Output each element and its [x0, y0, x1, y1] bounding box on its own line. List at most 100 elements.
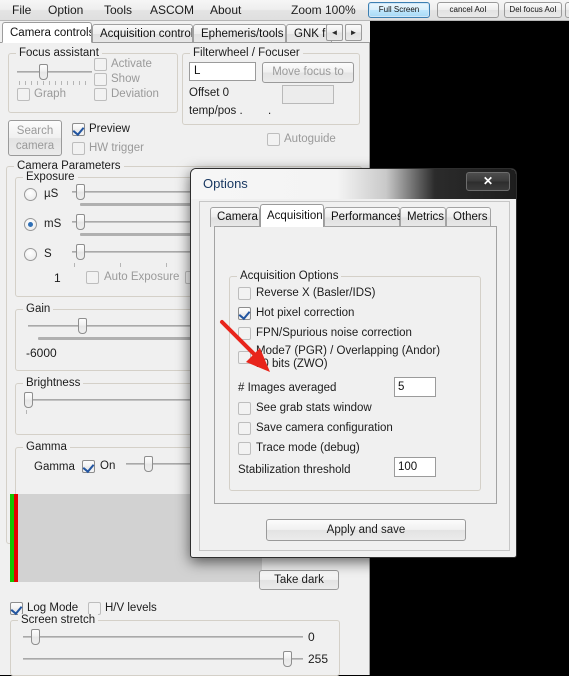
exposure-unit-us-radio[interactable]: [24, 188, 37, 201]
slider-track: [17, 71, 92, 73]
slider-thumb[interactable]: [283, 651, 292, 667]
tab-acquisition-control[interactable]: Acquisition control: [92, 24, 193, 43]
screen-stretch-group: Screen stretch 0 255: [10, 614, 340, 676]
options-tab-performances[interactable]: Performances: [324, 207, 403, 227]
options-dialog-title: Options: [203, 176, 248, 191]
preview-label[interactable]: Preview: [89, 123, 130, 135]
red-arrow-annotation: [220, 320, 270, 372]
autoguide-checkbox[interactable]: [267, 133, 280, 146]
show-label[interactable]: Show: [111, 73, 140, 85]
hv-levels-label[interactable]: H/V levels: [105, 602, 157, 614]
menu-about[interactable]: About: [206, 2, 245, 19]
extra-toolbar-button[interactable]: [565, 2, 569, 18]
full-screen-button[interactable]: Full Screen: [368, 2, 430, 18]
options-tab-metrics[interactable]: Metrics: [400, 207, 446, 227]
exposure-value: 1: [54, 271, 61, 285]
menu-option[interactable]: Option: [44, 2, 87, 19]
see-grab-stats-label[interactable]: See grab stats window: [256, 402, 372, 414]
deviation-label[interactable]: Deviation: [111, 88, 159, 100]
images-averaged-input[interactable]: 5: [394, 377, 436, 397]
exposure-unit-us-label[interactable]: µS: [44, 188, 58, 200]
red-level-stripe: [14, 494, 18, 582]
autoguide-label[interactable]: Autoguide: [284, 133, 336, 145]
zoom-level-label: Zoom 100%: [291, 3, 356, 17]
gamma-on-checkbox[interactable]: [82, 460, 95, 473]
options-tab-acquisition[interactable]: Acquisition: [260, 204, 324, 227]
log-mode-label[interactable]: Log Mode: [27, 602, 78, 614]
gain-value: -6000: [26, 346, 57, 360]
show-checkbox[interactable]: [94, 73, 107, 86]
take-dark-button[interactable]: Take dark: [259, 570, 339, 590]
screen-stretch-high-slider[interactable]: [23, 651, 303, 667]
application-window: File Option Tools ASCOM About Zoom 100% …: [0, 0, 569, 676]
mode7-overlapping-label-line1[interactable]: Mode7 (PGR) / Overlapping (Andor): [256, 345, 440, 357]
focus-position-input[interactable]: [282, 85, 334, 104]
options-tab-others[interactable]: Others: [446, 207, 491, 227]
graph-label[interactable]: Graph: [34, 88, 66, 100]
save-camera-config-label[interactable]: Save camera configuration: [256, 422, 393, 434]
menu-tools[interactable]: Tools: [100, 2, 136, 19]
slider-track: [23, 658, 303, 660]
slider-thumb[interactable]: [76, 244, 85, 260]
menu-file[interactable]: File: [8, 2, 35, 19]
close-icon[interactable]: ✕: [466, 172, 510, 191]
filter-select[interactable]: L: [189, 62, 256, 81]
options-tab-camera[interactable]: Camera: [210, 207, 260, 227]
activate-label[interactable]: Activate: [111, 58, 152, 70]
activate-checkbox[interactable]: [94, 58, 107, 71]
gamma-title: Gamma: [23, 441, 70, 453]
reverse-x-checkbox[interactable]: [238, 287, 251, 300]
save-camera-config-checkbox[interactable]: [238, 422, 251, 435]
exposure-unit-ms-radio[interactable]: [24, 218, 37, 231]
gain-title: Gain: [23, 303, 54, 315]
menu-ascom[interactable]: ASCOM: [146, 2, 198, 19]
move-focus-to-button[interactable]: Move focus to: [262, 62, 354, 83]
slider-thumb[interactable]: [24, 392, 33, 408]
deviation-checkbox[interactable]: [94, 88, 107, 101]
preview-checkbox[interactable]: [72, 123, 85, 136]
gamma-label: Gamma: [34, 461, 75, 473]
slider-thumb[interactable]: [39, 64, 48, 80]
del-focus-aoi-button[interactable]: Del focus AoI: [504, 2, 562, 18]
screen-stretch-low-slider[interactable]: [23, 629, 303, 645]
temp-pos-value: .: [268, 105, 272, 117]
tab-scroll-prev-button[interactable]: ◄: [326, 24, 343, 41]
tab-ephemeris-tools[interactable]: Ephemeris/tools: [193, 24, 286, 43]
auto-exposure-label[interactable]: Auto Exposure: [104, 271, 179, 283]
offset-label: Offset 0: [189, 87, 230, 99]
cancel-aoi-button[interactable]: cancel AoI: [437, 2, 499, 18]
hw-trigger-checkbox[interactable]: [72, 142, 85, 155]
search-camera-line2: camera: [15, 140, 55, 152]
stabilization-threshold-input[interactable]: 100: [394, 457, 436, 477]
acquisition-options-title: Acquisition Options: [237, 270, 342, 282]
graph-checkbox[interactable]: [17, 88, 30, 101]
reverse-x-label[interactable]: Reverse X (Basler/IDS): [256, 287, 376, 299]
images-averaged-label: # Images averaged: [238, 382, 337, 394]
see-grab-stats-checkbox[interactable]: [238, 402, 251, 415]
exposure-unit-s-radio[interactable]: [24, 248, 37, 261]
apply-and-save-button[interactable]: Apply and save: [266, 519, 466, 541]
screen-stretch-title: Screen stretch: [18, 614, 99, 626]
slider-thumb[interactable]: [76, 214, 85, 230]
slider-thumb[interactable]: [76, 184, 85, 200]
exposure-unit-s-label[interactable]: S: [44, 248, 52, 260]
options-dialog-title-bar: Options ✕: [191, 169, 516, 199]
slider-thumb[interactable]: [78, 318, 87, 334]
slider-thumb[interactable]: [31, 629, 40, 645]
main-tab-strip: Camera controls Acquisition control Ephe…: [0, 21, 370, 43]
slider-thumb[interactable]: [144, 456, 153, 472]
slider-track: [23, 636, 303, 638]
fpn-spurious-noise-label[interactable]: FPN/Spurious noise correction: [256, 327, 412, 339]
gamma-on-label[interactable]: On: [100, 460, 115, 472]
exposure-unit-ms-label[interactable]: mS: [44, 218, 61, 230]
auto-exposure-checkbox[interactable]: [86, 271, 99, 284]
search-camera-button[interactable]: Search camera: [8, 120, 62, 156]
tab-scroll-next-button[interactable]: ►: [345, 24, 362, 41]
brightness-title: Brightness: [23, 377, 84, 389]
screen-stretch-low-value: 0: [308, 630, 315, 644]
focus-assistant-slider[interactable]: [17, 64, 92, 80]
tab-camera-controls[interactable]: Camera controls: [2, 22, 92, 43]
trace-mode-label[interactable]: Trace mode (debug): [256, 442, 360, 454]
trace-mode-checkbox[interactable]: [238, 442, 251, 455]
hw-trigger-label[interactable]: HW trigger: [89, 142, 144, 154]
